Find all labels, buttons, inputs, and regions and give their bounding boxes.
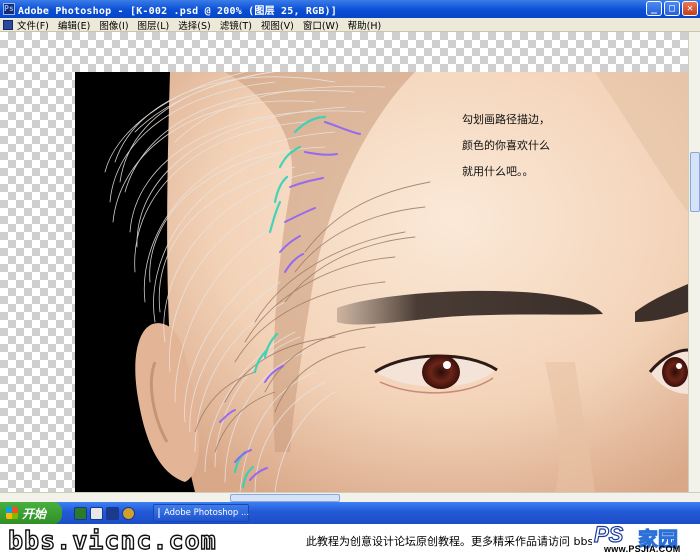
tutorial-footer: bbs.vicnc.com 此教程为创意设计论坛原创教程。更多精采作品请访问 b… bbox=[0, 521, 700, 557]
horizontal-scrollbar[interactable] bbox=[0, 492, 700, 502]
window-controls: _ □ ✕ bbox=[646, 1, 698, 16]
start-button[interactable]: 开始 bbox=[0, 502, 62, 524]
site-watermark: bbs.vicnc.com bbox=[7, 525, 217, 555]
media-player-icon[interactable] bbox=[90, 506, 103, 520]
menu-view[interactable]: 视图(V) bbox=[261, 18, 294, 32]
desktop-icon[interactable] bbox=[74, 506, 87, 520]
menu-help[interactable]: 帮助(H) bbox=[348, 18, 382, 32]
title-bar: Ps Adobe Photoshop - [K-002 .psd @ 200% … bbox=[0, 0, 700, 18]
window-title: Adobe Photoshop - [K-002 .psd @ 200% (图层… bbox=[18, 5, 337, 17]
psjia-logo: PS 家园 www.PSJIA.COM bbox=[590, 521, 700, 557]
vertical-scroll-thumb[interactable] bbox=[690, 152, 700, 212]
annotation-line-3: 就用什么吧。。 bbox=[462, 165, 534, 178]
vertical-scrollbar[interactable] bbox=[688, 32, 700, 492]
browser-icon[interactable] bbox=[122, 506, 135, 520]
quick-launch bbox=[74, 506, 135, 520]
footer-note: 此教程为创意设计论坛原创教程。更多精采作品请访问 bbs.vicnc.com bbox=[306, 535, 592, 548]
menu-layer[interactable]: 图层(L) bbox=[138, 18, 170, 32]
menu-edit[interactable]: 编辑(E) bbox=[58, 18, 90, 32]
menu-image[interactable]: 图像(I) bbox=[99, 18, 128, 32]
annotation-line-2: 颜色的你喜欢什么 bbox=[462, 139, 550, 152]
menu-window[interactable]: 窗口(W) bbox=[303, 18, 339, 32]
minimize-button[interactable]: _ bbox=[646, 1, 662, 16]
close-button[interactable]: ✕ bbox=[682, 1, 698, 16]
tutorial-annotation: 勾划画路径描边， 颜色的你喜欢什么 就用什么吧。。 bbox=[462, 107, 550, 185]
menu-select[interactable]: 选择(S) bbox=[178, 18, 210, 32]
document-workspace[interactable] bbox=[0, 32, 688, 492]
windows-taskbar: 开始 Adobe Photoshop ... bbox=[0, 502, 700, 524]
menu-bar: 文件(F) 编辑(E) 图像(I) 图层(L) 选择(S) 滤镜(T) 视图(V… bbox=[0, 18, 700, 32]
app-launcher-icon[interactable] bbox=[106, 506, 119, 520]
menu-file[interactable]: 文件(F) bbox=[17, 18, 49, 32]
annotation-line-1: 勾划画路径描边， bbox=[462, 113, 550, 126]
taskbar-photoshop-button[interactable]: Adobe Photoshop ... bbox=[153, 504, 249, 522]
photoshop-app-icon: Ps bbox=[3, 3, 15, 15]
horizontal-scroll-thumb[interactable] bbox=[230, 494, 340, 502]
maximize-button[interactable]: □ bbox=[664, 1, 680, 16]
photoshop-task-icon bbox=[158, 508, 160, 518]
document-icon[interactable] bbox=[3, 19, 13, 30]
portrait-illustration bbox=[75, 66, 688, 492]
menu-filter[interactable]: 滤镜(T) bbox=[220, 18, 252, 32]
start-label: 开始 bbox=[22, 506, 47, 521]
windows-logo-icon bbox=[6, 507, 18, 519]
taskbar-photoshop-label: Adobe Photoshop ... bbox=[164, 508, 250, 518]
logo-url: www.PSJIA.COM bbox=[604, 544, 681, 554]
document-canvas[interactable] bbox=[75, 66, 688, 492]
